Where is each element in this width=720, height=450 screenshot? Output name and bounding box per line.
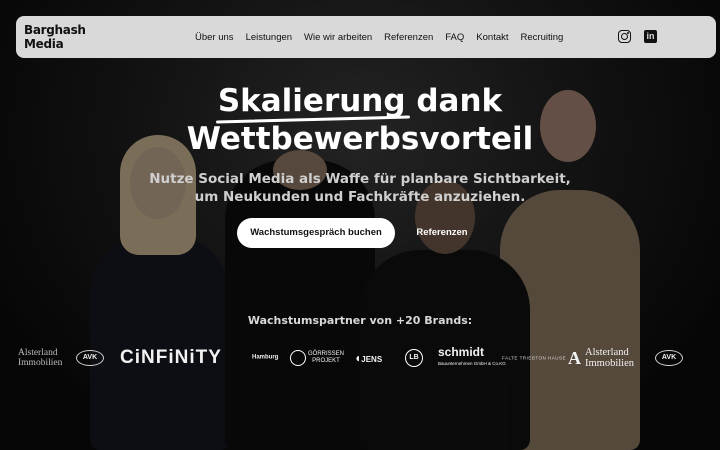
headline-line-2: Wettbewerbsvorteil (186, 121, 534, 157)
navbar: Barghash Media Über uns Leistungen Wie w… (16, 16, 716, 58)
partner-logo-lb: LB (405, 349, 423, 367)
nav-link-wie-wir-arbeiten[interactable]: Wie wir arbeiten (304, 32, 372, 43)
logo-line-1: Barghash (24, 23, 86, 37)
partner-logo-gorrissen: GÖRRISSEN PROJEKT (290, 350, 344, 366)
logo-text: Alsterland (585, 347, 629, 358)
logo-text: Immobilien (18, 358, 63, 368)
logo-subtext: Bauunternehmen GmbH & Co.KG (438, 361, 506, 366)
partner-logo-avk: AVK (655, 350, 683, 366)
logo-text: schmidt (438, 345, 485, 359)
partner-logo-cinfinity: CiNFiNiTY (120, 347, 222, 368)
book-call-button[interactable]: Wachstumsgespräch buchen (237, 218, 395, 248)
partner-logo-schmidt: schmidt Bauunternehmen GmbH & Co.KG (438, 345, 506, 369)
logo-text: GÖRRISSEN (308, 351, 345, 357)
partner-logo-alsterland: A Alsterland Immobilien (568, 347, 634, 369)
main-nav: Über uns Leistungen Wie wir arbeiten Ref… (195, 16, 563, 58)
references-button[interactable]: Referenzen (403, 218, 481, 248)
instagram-icon[interactable] (618, 30, 631, 43)
gorrissen-mark-icon (290, 350, 306, 366)
nav-link-referenzen[interactable]: Referenzen (384, 32, 433, 43)
nav-link-kontakt[interactable]: Kontakt (476, 32, 508, 43)
partner-logo-strip: Alsterland Immobilien AVK CiNFiNiTY Hamb… (0, 340, 720, 376)
logo-text: Immobilien (585, 358, 634, 369)
nav-link-leistungen[interactable]: Leistungen (246, 32, 292, 43)
subline-line-2: um Neukunden und Fachkräfte anzuziehen. (194, 189, 526, 205)
nav-link-faq[interactable]: FAQ (445, 32, 464, 43)
brand-logo[interactable]: Barghash Media (24, 23, 86, 51)
partner-logo-tiny: FALTE TRIEBTON HAUSE (502, 355, 567, 361)
partner-logo-avk: AVK (76, 350, 104, 366)
partner-logo-jens: ◖JENS (354, 351, 382, 365)
nav-link-ueber-uns[interactable]: Über uns (195, 32, 234, 43)
partners-title: Wachstumspartner von +20 Brands: (247, 314, 473, 327)
logo-text: PROJEKT (312, 358, 340, 364)
hero-headline: Skalierung dank Wettbewerbsvorteil (0, 82, 720, 158)
logo-text: Alsterland (18, 348, 58, 358)
linkedin-icon[interactable]: in (644, 30, 657, 43)
partner-logo-alsterland: Alsterland Immobilien (18, 348, 62, 368)
logo-text: JENS (361, 355, 383, 364)
alsterland-mark-icon: A (568, 347, 581, 368)
hero-subline: Nutze Social Media als Waffe für planbar… (0, 170, 720, 206)
nav-link-recruiting[interactable]: Recruiting (521, 32, 564, 43)
headline-highlight: Skalierung (217, 83, 406, 119)
partner-logo-hamburg: Hamburg (252, 354, 279, 361)
subline-line-1: Nutze Social Media als Waffe für planbar… (149, 171, 571, 187)
logo-line-2: Media (24, 37, 64, 51)
headline-rest: dank (405, 83, 503, 119)
